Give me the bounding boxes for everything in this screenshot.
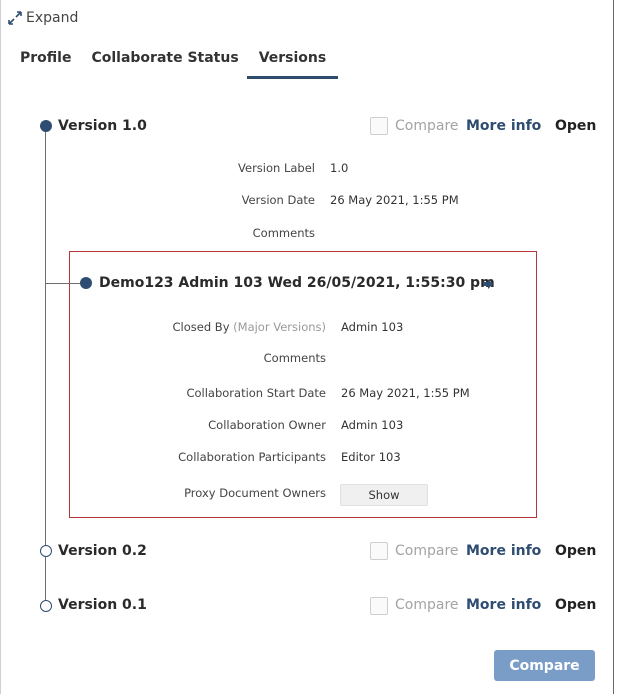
collaboration-title: Demo123 Admin 103 Wed 26/05/2021, 1:55:3…: [99, 275, 495, 291]
open-link[interactable]: Open: [555, 118, 596, 134]
open-link[interactable]: Open: [555, 597, 596, 613]
detail-label: Version Label: [238, 161, 315, 175]
start-date-label: Collaboration Start Date: [186, 386, 326, 400]
compare-checkbox-label: Compare: [395, 543, 459, 559]
version-title: Version 0.1: [58, 597, 147, 613]
expand-button[interactable]: Expand: [8, 10, 78, 26]
closed-by-value: Admin 103: [341, 320, 404, 334]
compare-checkbox[interactable]: [370, 542, 388, 560]
open-link[interactable]: Open: [555, 543, 596, 559]
detail-value: 26 May 2021, 1:55 PM: [330, 193, 459, 207]
collaboration-connector: [46, 283, 84, 284]
start-date-value: 26 May 2021, 1:55 PM: [341, 386, 470, 400]
closed-by-label: Closed By (Major Versions): [173, 320, 326, 334]
owner-value: Admin 103: [341, 418, 404, 432]
tab-profile[interactable]: Profile: [20, 50, 71, 79]
compare-checkbox-label: Compare: [395, 597, 459, 613]
more-info-link[interactable]: More info: [466, 543, 541, 559]
proxy-owners-label: Proxy Document Owners: [184, 486, 326, 500]
tab-collaborate-status[interactable]: Collaborate Status: [91, 50, 238, 79]
closed-by-label-text: Closed By: [172, 320, 230, 334]
expand-label: Expand: [26, 10, 79, 26]
version-dot-hollow: [40, 545, 52, 557]
expand-icon: [8, 11, 22, 25]
detail-label: Comments: [252, 226, 315, 240]
version-title: Version 0.2: [58, 543, 147, 559]
collaboration-panel: [69, 251, 537, 518]
more-info-link[interactable]: More info: [466, 597, 541, 613]
version-dot-hollow: [40, 600, 52, 612]
tab-bar: Profile Collaborate Status Versions: [20, 50, 358, 79]
timeline-line: [45, 128, 46, 608]
compare-button[interactable]: Compare: [494, 650, 595, 681]
tab-versions[interactable]: Versions: [246, 50, 339, 79]
compare-checkbox-label: Compare: [395, 118, 459, 134]
version-dot-filled: [40, 120, 52, 132]
comments-label: Comments: [263, 351, 326, 365]
participants-value: Editor 103: [341, 450, 401, 464]
show-button[interactable]: Show: [340, 484, 428, 506]
closed-by-note: (Major Versions): [233, 320, 326, 334]
owner-label: Collaboration Owner: [208, 418, 326, 432]
arrow-right-icon[interactable]: [481, 277, 495, 291]
compare-checkbox[interactable]: [370, 597, 388, 615]
compare-checkbox[interactable]: [370, 117, 388, 135]
participants-label: Collaboration Participants: [178, 450, 326, 464]
more-info-link[interactable]: More info: [466, 118, 541, 134]
collaboration-dot: [80, 277, 92, 289]
detail-label: Version Date: [241, 193, 315, 207]
detail-value: 1.0: [330, 161, 349, 175]
version-title: Version 1.0: [58, 118, 147, 134]
